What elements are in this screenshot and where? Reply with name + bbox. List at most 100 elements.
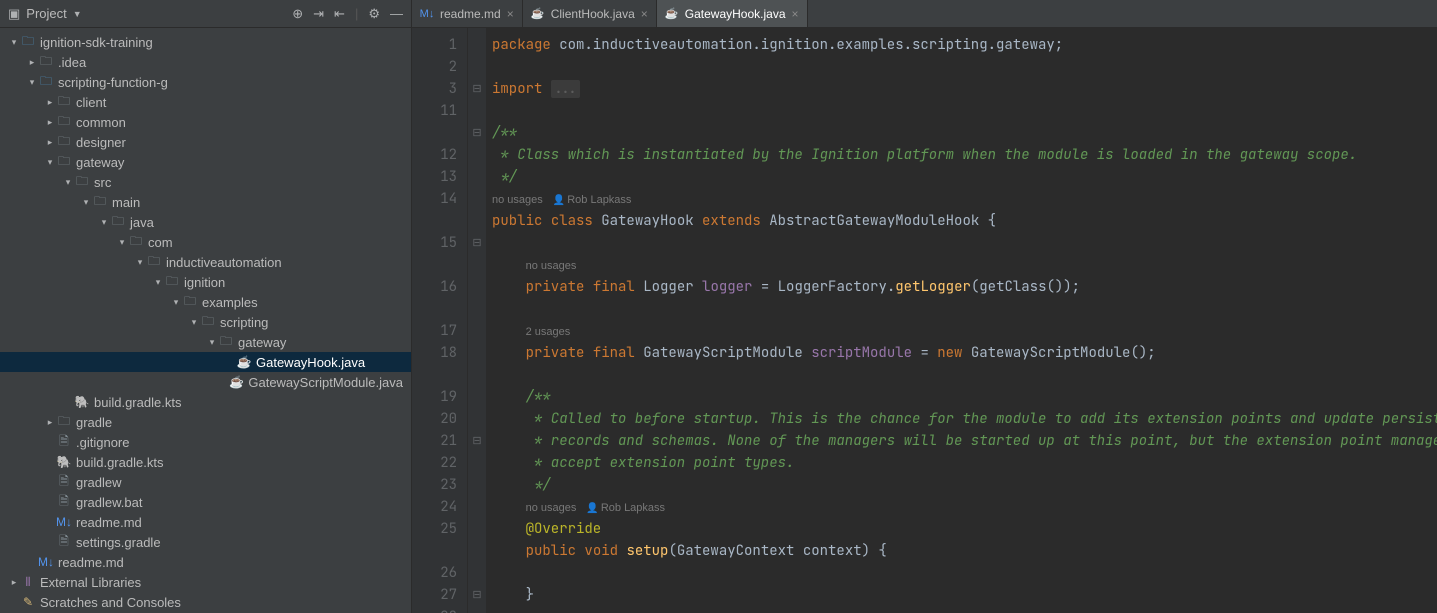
tree-item[interactable]: ▸M↓readme.md [0,552,411,572]
tree-item[interactable]: ▸⫴External Libraries [0,572,411,592]
chevron-down-icon[interactable]: ▾ [80,197,92,208]
folder-icon: 🗀 [182,294,198,310]
chevron-right-icon[interactable]: ▸ [8,577,20,588]
folder-icon: 🗀 [218,334,234,350]
tree-item-label: gradle [76,415,112,430]
tree-item[interactable]: ▸🗎.gitignore [0,432,411,452]
tree-item[interactable]: ▾🗀gateway [0,152,411,172]
tree-item[interactable]: ▸🗀 client [0,92,411,112]
tree-item-label: gateway [238,335,286,350]
folder-icon: 🗀 [38,54,54,70]
tree-item[interactable]: ▸☕GatewayHook.java [0,352,411,372]
tree-item[interactable]: ▸🗎gradlew.bat [0,492,411,512]
tree-item-label: build.gradle.kts [76,455,163,470]
tree-item[interactable]: ▸🗀common [0,112,411,132]
tree-item[interactable]: ▸🗎gradlew [0,472,411,492]
code-content[interactable]: package com.inductiveautomation.ignition… [486,28,1437,613]
project-tree[interactable]: ▾🗀ignition-sdk-training▸🗀.idea▾🗀scriptin… [0,28,411,613]
gear-icon[interactable]: ⚙ [368,6,380,22]
tree-item-label: com [148,235,173,250]
tree-item[interactable]: ▾🗀main [0,192,411,212]
chevron-right-icon[interactable]: ▸ [26,57,38,68]
tree-item-label: ignition-sdk-training [40,35,153,50]
tree-item-label: settings.gradle [76,535,161,550]
tree-item[interactable]: ▾🗀 scripting-function-g [0,72,411,92]
chevron-down-icon[interactable]: ▾ [152,277,164,288]
editor-tab[interactable]: ☕GatewayHook.java× [657,0,808,27]
tree-item[interactable]: ▾🗀src [0,172,411,192]
markdown-file-icon: M↓ [38,554,54,570]
tree-item[interactable]: ▸✎Scratches and Consoles [0,592,411,612]
tree-item-label: GatewayHook.java [256,355,365,370]
chevron-down-icon[interactable]: ▾ [26,77,38,88]
folder-icon: 🗀 [110,214,126,230]
close-icon[interactable]: × [641,7,648,21]
chevron-down-icon[interactable]: ▾ [116,237,128,248]
file-icon: 🗎 [56,534,72,550]
fold-gutter[interactable]: ⊟⊟⊟⊟⊟ [468,28,486,613]
chevron-right-icon[interactable]: ▸ [44,137,56,148]
tree-item-label: client [76,95,106,110]
chevron-down-icon[interactable]: ▾ [206,337,218,348]
module-icon: 🗀 [20,34,36,50]
tree-item-label: scripting-function-g [58,75,168,90]
tree-item[interactable]: ▸🗀designer [0,132,411,152]
folder-icon: 🗀 [56,154,72,170]
gradle-file-icon: 🐘 [74,394,90,410]
chevron-down-icon[interactable]: ▾ [62,177,74,188]
tree-item-label: designer [76,135,126,150]
chevron-right-icon[interactable]: ▸ [44,117,56,128]
folder-icon: 🗀 [164,274,180,290]
chevron-down-icon[interactable]: ▾ [98,217,110,228]
editor-tab[interactable]: ☕ClientHook.java× [523,0,657,27]
sidebar-header: ▣ Project ▼ ⊕ ⇥ ⇤ | ⚙ — [0,0,411,28]
module-icon: 🗀 [38,74,54,90]
tree-item[interactable]: ▾🗀inductiveautomation [0,252,411,272]
expand-icon[interactable]: ⇥ [313,6,324,22]
chevron-right-icon[interactable]: ▸ [44,97,56,108]
java-file-icon: ☕ [531,7,545,21]
editor-tab[interactable]: M↓readme.md× [412,0,523,27]
tree-item[interactable]: ▾🗀scripting [0,312,411,332]
chevron-down-icon[interactable]: ▾ [188,317,200,328]
tree-item[interactable]: ▾🗀 gateway [0,332,411,352]
project-title[interactable]: Project [26,6,66,21]
tree-item[interactable]: ▾🗀 java [0,212,411,232]
tree-item-label: ignition [184,275,225,290]
tree-item[interactable]: ▸🗀.idea [0,52,411,72]
locate-icon[interactable]: ⊕ [292,6,303,22]
tree-item[interactable]: ▸🗀gradle [0,412,411,432]
tree-item[interactable]: ▸🗎settings.gradle [0,532,411,552]
tree-item[interactable]: ▾🗀 ignition-sdk-training [0,32,411,52]
editor-tabbar[interactable]: M↓readme.md×☕ClientHook.java×☕GatewayHoo… [412,0,1437,28]
md-file-icon: M↓ [420,7,434,21]
hide-icon[interactable]: — [390,6,403,21]
chevron-right-icon[interactable]: ▸ [44,417,56,428]
tree-item[interactable]: ▾🗀examples [0,292,411,312]
tree-item[interactable]: ▾🗀 com [0,232,411,252]
scratch-icon: ✎ [20,594,36,610]
chevron-down-icon[interactable]: ▾ [170,297,182,308]
close-icon[interactable]: × [507,7,514,21]
tree-item[interactable]: ▸🐘build.gradle.kts [0,392,411,412]
folder-icon: 🗀 [56,114,72,130]
folder-icon: 🗀 [74,174,90,190]
collapse-icon[interactable]: ⇤ [334,6,345,22]
folder-icon: 🗀 [128,234,144,250]
tree-item-label: java [130,215,154,230]
java-file-icon: ☕ [229,374,244,390]
tree-item[interactable]: ▸🐘build.gradle.kts [0,452,411,472]
chevron-down-icon[interactable]: ▼ [73,9,82,19]
chevron-down-icon[interactable]: ▾ [134,257,146,268]
close-icon[interactable]: × [792,7,799,21]
folder-icon: 🗀 [56,94,72,110]
file-icon: 🗎 [56,434,72,450]
tree-item[interactable]: ▸☕GatewayScriptModule.java [0,372,411,392]
tree-item-label: .gitignore [76,435,129,450]
chevron-down-icon[interactable]: ▾ [44,157,56,168]
tree-item[interactable]: ▾🗀 ignition [0,272,411,292]
tree-item[interactable]: ▸M↓readme.md [0,512,411,532]
code-editor[interactable]: 1231112131415161718192021222324252627282… [412,28,1437,613]
tree-item-label: scripting [220,315,268,330]
chevron-down-icon[interactable]: ▾ [8,37,20,48]
